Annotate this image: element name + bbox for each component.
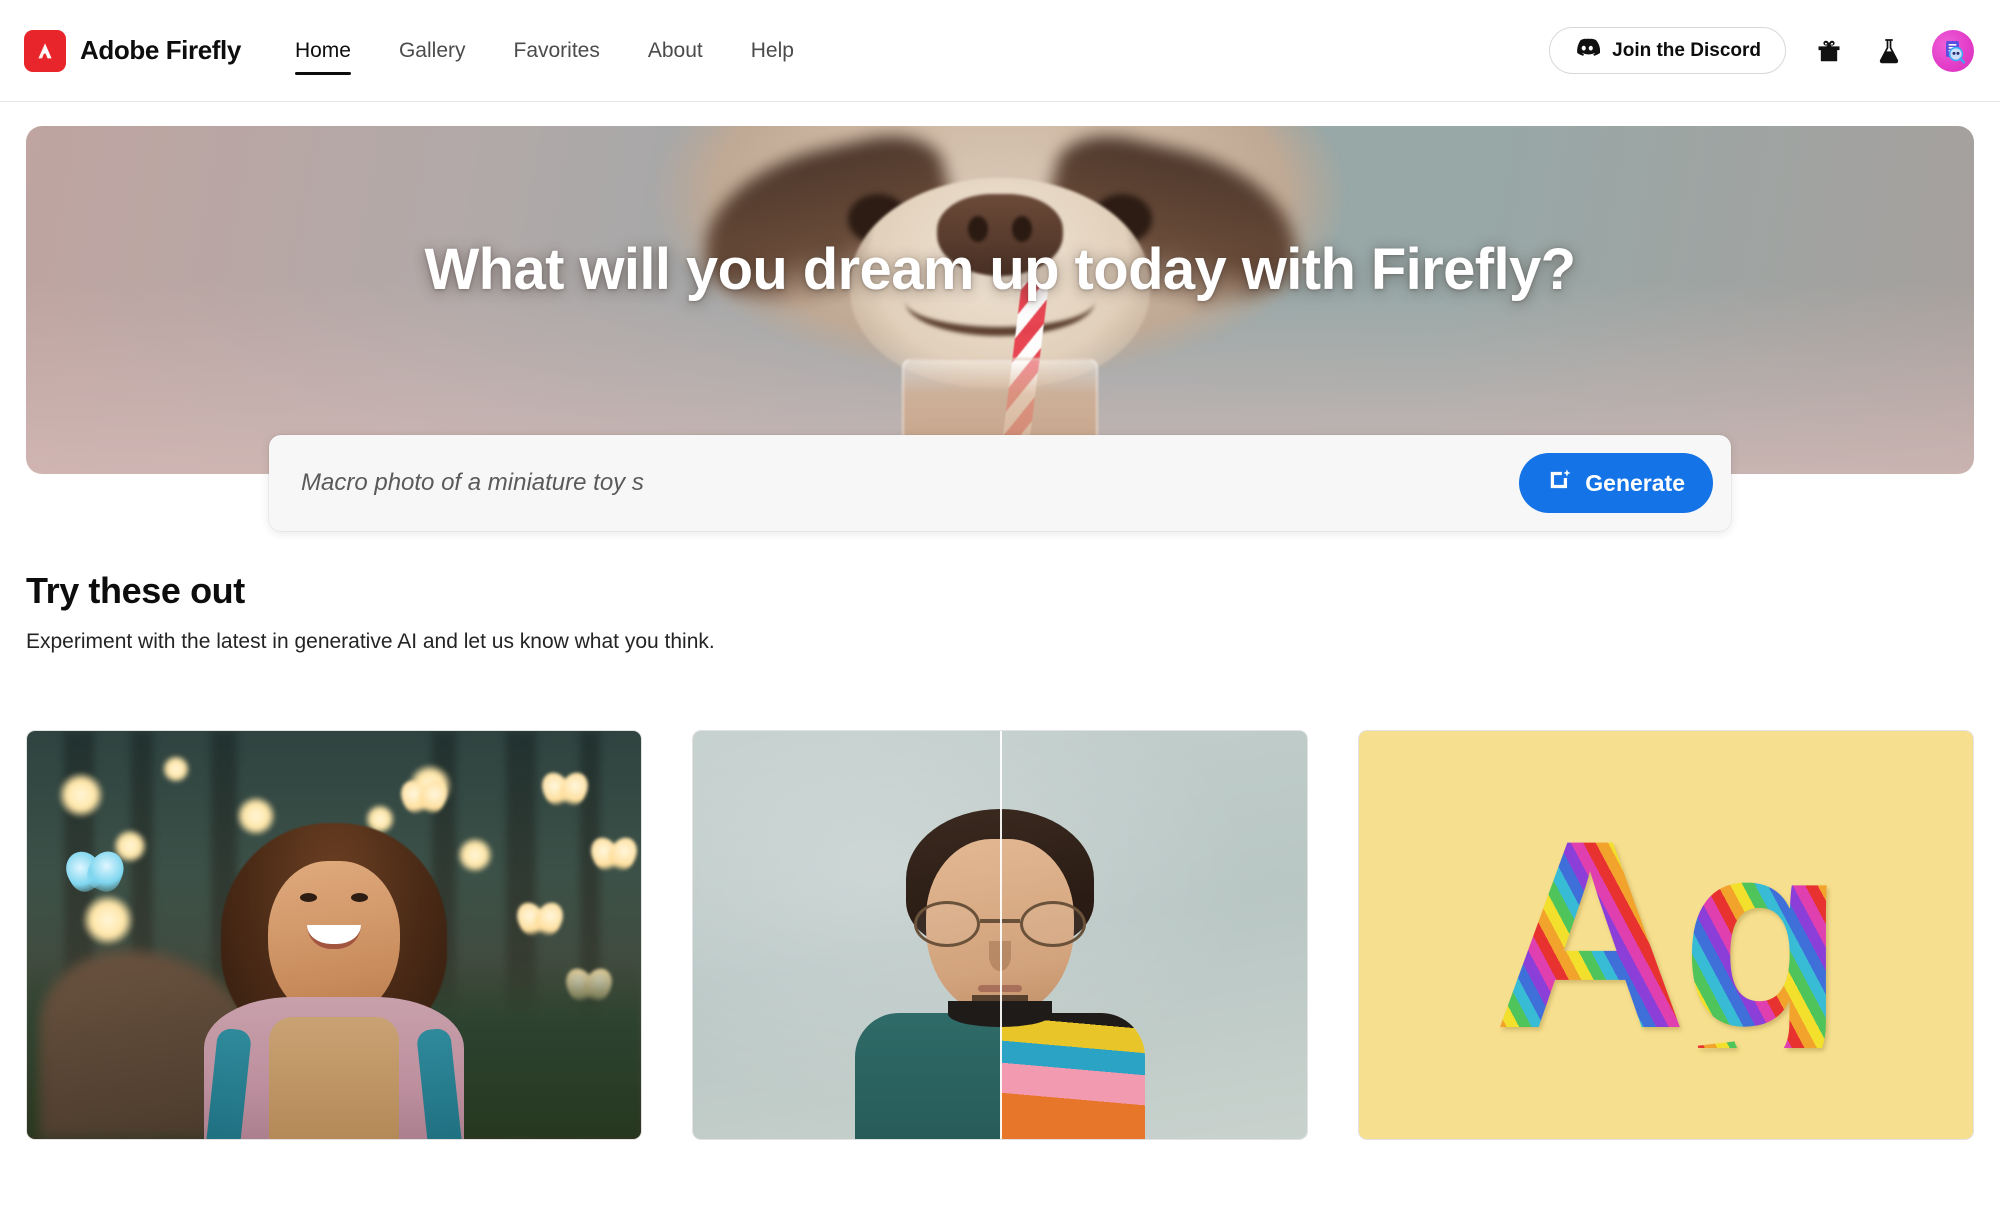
beaker-icon[interactable] xyxy=(1872,34,1906,68)
hero-section: What will you dream up today with Firefl… xyxy=(26,126,1974,531)
card-image-text-effects: Ag xyxy=(1359,731,1973,1139)
section-subtitle: Experiment with the latest in generative… xyxy=(26,630,715,653)
brand-name: Adobe Firefly xyxy=(80,35,241,65)
brand[interactable]: Adobe Firefly xyxy=(24,29,241,72)
main-nav: Home Gallery Favorites About Help xyxy=(271,0,818,101)
feature-card-text-effects[interactable]: Ag xyxy=(1358,730,1974,1140)
prompt-bar: Generate xyxy=(269,435,1731,531)
nav-item-gallery[interactable]: Gallery xyxy=(375,0,490,101)
join-discord-button[interactable]: Join the Discord xyxy=(1549,27,1786,74)
adobe-logo-icon xyxy=(24,29,66,72)
generate-button[interactable]: Generate xyxy=(1519,453,1713,513)
join-discord-label: Join the Discord xyxy=(1612,39,1761,61)
nav-item-home[interactable]: Home xyxy=(271,0,375,101)
avatar[interactable] xyxy=(1932,29,1974,72)
feature-card-generative-fill[interactable] xyxy=(692,730,1308,1140)
generate-sparkle-icon xyxy=(1547,467,1573,499)
generate-label: Generate xyxy=(1585,469,1685,496)
card-image-generative-fill xyxy=(693,731,1307,1139)
nav-item-about[interactable]: About xyxy=(624,0,727,101)
try-these-out-section: Try these out Experiment with the latest… xyxy=(26,570,1974,654)
nav-item-help[interactable]: Help xyxy=(727,0,818,101)
card-image-text-to-image xyxy=(27,731,641,1139)
app-header: Adobe Firefly Home Gallery Favorites Abo… xyxy=(0,0,2000,102)
feature-card-grid: Ag xyxy=(26,730,1974,1140)
header-actions: Join the Discord xyxy=(1549,27,1974,74)
discord-icon xyxy=(1574,38,1601,64)
section-title: Try these out xyxy=(26,570,245,611)
feature-card-text-to-image[interactable] xyxy=(26,730,642,1140)
text-effect-glyph: Ag xyxy=(1493,784,1844,1085)
gift-icon[interactable] xyxy=(1812,34,1846,68)
nav-item-favorites[interactable]: Favorites xyxy=(490,0,624,101)
prompt-input[interactable] xyxy=(301,469,1520,497)
hero-banner-image: What will you dream up today with Firefl… xyxy=(26,126,1974,474)
